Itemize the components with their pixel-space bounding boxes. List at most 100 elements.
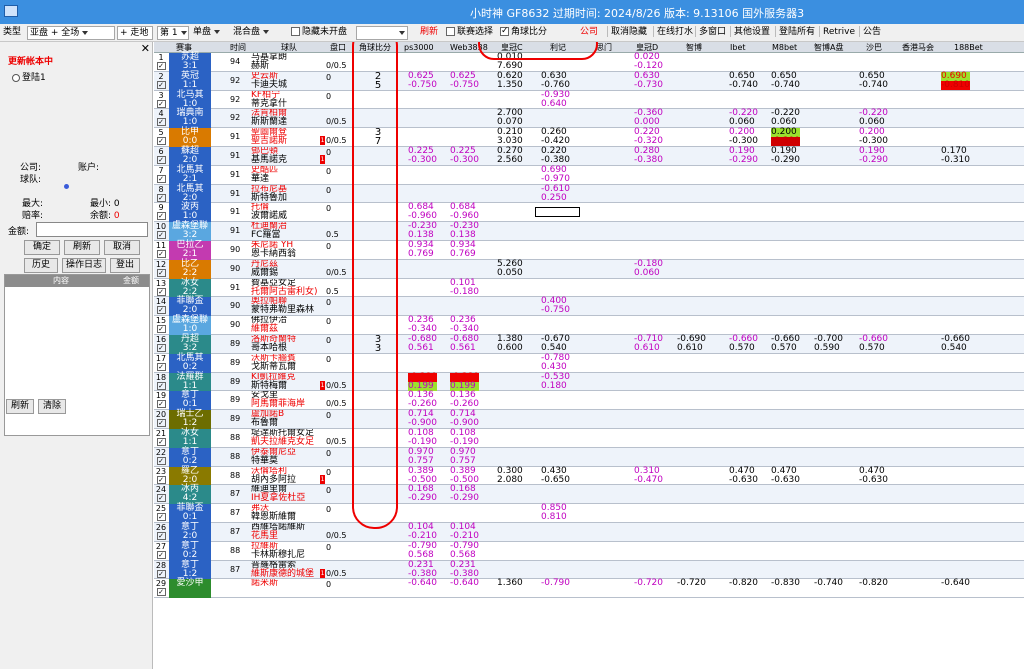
odds-cell-m8[interactable]: -0.220 0.060 (771, 109, 800, 127)
checkbox-checked-icon[interactable]: ✓ (156, 513, 166, 522)
away-team[interactable]: 赫斯 (251, 62, 335, 71)
checkbox-checked-icon[interactable]: ✓ (156, 325, 166, 334)
area-select[interactable]: + 走地 (117, 26, 153, 40)
teams-cell[interactable]: 丹尼茲 威爾錫 (251, 260, 335, 278)
odds-cell-cd[interactable]: -0.180 0.060 (634, 259, 663, 278)
row-number[interactable]: 10 ✓ (154, 222, 168, 240)
selected-cell-outline[interactable] (535, 207, 580, 218)
table-row[interactable]: 13 ✓ 冰女 2:2 91 費基亞女足 托爾阿古雷利女) 0.5 0.101 -0.180 (154, 278, 1024, 298)
odds-cell-ib[interactable]: 0.650 -0.740 (729, 71, 758, 90)
checkbox-checked-icon[interactable]: ✓ (156, 344, 166, 352)
row-number[interactable]: 16 ✓ (154, 335, 168, 352)
row-number[interactable]: 26 ✓ (154, 523, 168, 540)
odds-cell-ps[interactable]: 0.934 0.769 (408, 241, 434, 259)
row-number[interactable]: 23 ✓ (154, 467, 168, 484)
odds-cell-sb[interactable]: -0.220 0.060 (859, 109, 888, 127)
odds-cell-ps[interactable]: 0.389 -0.500 (408, 466, 437, 485)
row-number[interactable]: 22 ✓ (154, 448, 168, 465)
table-row[interactable]: 27 ✓ 意丁 0:2 88 拉維斯 卡林斯穆扎尼 0 -0.790 0.568 -0.790 0.5… (154, 541, 1024, 561)
table-row[interactable]: 25 ✓ 菲聯盃 0:1 87 弗沃 韓恩斯維爾 0 0.850 0.810 (154, 504, 1024, 523)
away-team[interactable]: 波爾諾威 (251, 212, 335, 221)
checkbox-checked-icon[interactable]: ✓ (156, 99, 166, 108)
row-number[interactable]: 8 ✓ (154, 185, 168, 202)
odds-cell-m8[interactable]: -0.830 (771, 579, 800, 588)
checkbox-checked-icon[interactable]: ✓ (156, 306, 166, 315)
league-select-checkbox[interactable]: 联赛选择 (446, 26, 493, 40)
odds-cell-ps[interactable]: 0.236 -0.340 (408, 316, 437, 334)
checkbox-checked-icon[interactable]: ✓ (156, 419, 166, 428)
row-number[interactable]: 4 ✓ (154, 109, 168, 127)
odds-cell-ps[interactable]: -0.230 0.138 (408, 222, 437, 240)
odds-cell-web[interactable]: 0.136 -0.260 (450, 391, 479, 409)
odds-cell-lj[interactable]: -0.790 (541, 579, 570, 588)
odds-cell-ps[interactable]: -0.640 (408, 579, 437, 588)
odds-cell-lj[interactable]: -0.530 0.180 (541, 372, 570, 391)
teams-cell[interactable]: 拉布尼基 斯特魯加 (251, 185, 335, 203)
checkbox-checked-icon[interactable]: ✓ (156, 268, 166, 277)
away-team[interactable]: 凱夫拉維克女足 (251, 438, 335, 447)
odds-cell-ps[interactable]: -0.790 0.568 (408, 541, 437, 560)
table-row[interactable]: 14 ✓ 菲聯盃 2:0 90 奧拉帕聯 蒙特弗勒里森林 0 0.400 -0.750 (154, 297, 1024, 317)
teams-cell[interactable]: 史云斯 卡迪夫城 (251, 72, 335, 90)
away-team[interactable]: 阿馬爾菲海岸 (251, 400, 335, 409)
teams-cell[interactable]: 伊泰爾尼亞 特華莫 (251, 448, 335, 466)
away-team[interactable]: 布魯爾 (251, 419, 335, 428)
odds-cell-ps[interactable]: 0.104 -0.210 (408, 523, 437, 541)
odds-cell-cd[interactable]: -0.710 0.610 (634, 335, 663, 353)
odds-cell-ps[interactable]: 0.108 -0.190 (408, 429, 437, 447)
away-team[interactable]: FC羅當 (251, 231, 335, 240)
odds-cell-boa[interactable]: -0.700 0.590 (814, 335, 843, 353)
row-number[interactable]: 27 ✓ (154, 542, 168, 559)
away-team[interactable]: IH夏拿佐杜亞 (251, 494, 335, 503)
odds-cell-web[interactable]: 0.684 -0.960 (450, 203, 479, 221)
table-row[interactable]: 16 ✓ 丹超 3:2 89 洛斯奇蘭特 哥本哈根 0 3 3 -0.680 0.561 -0.680 0… (154, 335, 1024, 354)
away-team[interactable]: 蒙特弗勒里森林 (251, 306, 335, 315)
odds-cell-lj[interactable]: -0.670 0.540 (541, 335, 570, 353)
odds-cell-cc[interactable]: 5.260 0.050 (497, 259, 523, 278)
bottom-refresh-button[interactable]: 刷新 (6, 399, 34, 414)
company-button[interactable]: 公司 (580, 26, 598, 40)
odds-cell-ps[interactable]: -0.280 0.199 (408, 372, 438, 391)
teams-cell[interactable]: 朱尼諾 YH 恩卡納西翁 (251, 241, 335, 259)
teams-cell[interactable]: 盧加諾B 布魯爾 (251, 410, 335, 428)
odds-cell-ps[interactable]: 0.136 -0.260 (408, 391, 437, 409)
checkbox-checked-icon[interactable]: ✓ (156, 532, 166, 540)
teams-cell[interactable]: 托倫 波爾諾威 (251, 203, 335, 221)
operation-log-button[interactable]: 操作日志 (62, 258, 106, 273)
odds-cell-ps[interactable]: 0.231 -0.380 (408, 560, 437, 579)
odds-cell-ib[interactable]: -0.220 0.060 (729, 109, 758, 127)
filter-select[interactable] (356, 26, 408, 40)
odds-cell-web[interactable]: -0.680 0.561 (450, 335, 479, 353)
close-icon[interactable]: ✕ (141, 42, 150, 55)
odds-cell-sb[interactable]: 0.650 -0.740 (859, 71, 888, 90)
checkbox-checked-icon[interactable]: ✓ (156, 381, 166, 390)
table-row[interactable]: 23 ✓ 羅乙 2:0 88 沃倫塔利 胡內多阿拉 0 0.389 -0.500 0.389 -0.5… (154, 466, 1024, 486)
checkbox-checked-icon[interactable]: ✓ (156, 569, 166, 578)
odds-cell-ib[interactable]: 0.470 -0.630 (729, 466, 758, 485)
odds-cell-web[interactable]: 0.970 0.757 (450, 447, 476, 466)
odds-cell-bo[interactable]: -0.720 (677, 579, 706, 588)
row-number[interactable]: 7 ✓ (154, 166, 168, 183)
table-row[interactable]: 10 ✓ 盧森堡聯 3:2 91 杜迪蘭治 FC羅當 0.5 -0.230 0.138 -0.230… (154, 222, 1024, 241)
row-number[interactable]: 13 ✓ (154, 279, 168, 296)
odds-cell-lj[interactable]: -0.610 0.250 (541, 184, 570, 203)
away-team[interactable]: 哥本哈根 (251, 344, 335, 353)
teams-cell[interactable]: 沃斯卡牆賓 戈斯蒂瓦爾 (251, 354, 335, 372)
mode-select[interactable]: 单盘 (193, 26, 221, 40)
odds-cell-lj[interactable]: -0.930 0.640 (541, 90, 570, 109)
odds-cell-web[interactable]: 0.225 -0.300 (450, 147, 479, 165)
teams-cell[interactable]: 西維塔諾維斯 花馬里 (251, 523, 335, 541)
odds-cell-web[interactable]: 0.934 0.769 (450, 241, 476, 259)
refresh-left-button[interactable]: 刷新 (64, 240, 100, 255)
odds-cell-cd[interactable]: 0.310 -0.470 (634, 466, 663, 485)
table-row[interactable]: 1 ✓ 苏超 3:1 94 马基拿朗 赫斯 0/0.5 0.010 7.690 0.020 -0.12… (154, 53, 1024, 72)
checkbox-checked-icon[interactable]: ✓ (156, 475, 166, 484)
away-team[interactable]: 斯斯蘭達 (251, 118, 335, 127)
odds-cell-sb[interactable]: 0.200 -0.300 (859, 128, 888, 146)
odds-cell-cc[interactable]: 1.380 0.600 (497, 335, 523, 353)
checkbox-checked-icon[interactable]: ✓ (156, 550, 166, 559)
away-team[interactable]: 斯特魯加 (251, 193, 335, 203)
odds-cell-b188[interactable]: 0.690 -0.810 (941, 71, 971, 90)
odds-cell-b188[interactable]: 0.170 -0.310 (941, 147, 970, 165)
row-number[interactable]: 21 ✓ (154, 429, 168, 446)
